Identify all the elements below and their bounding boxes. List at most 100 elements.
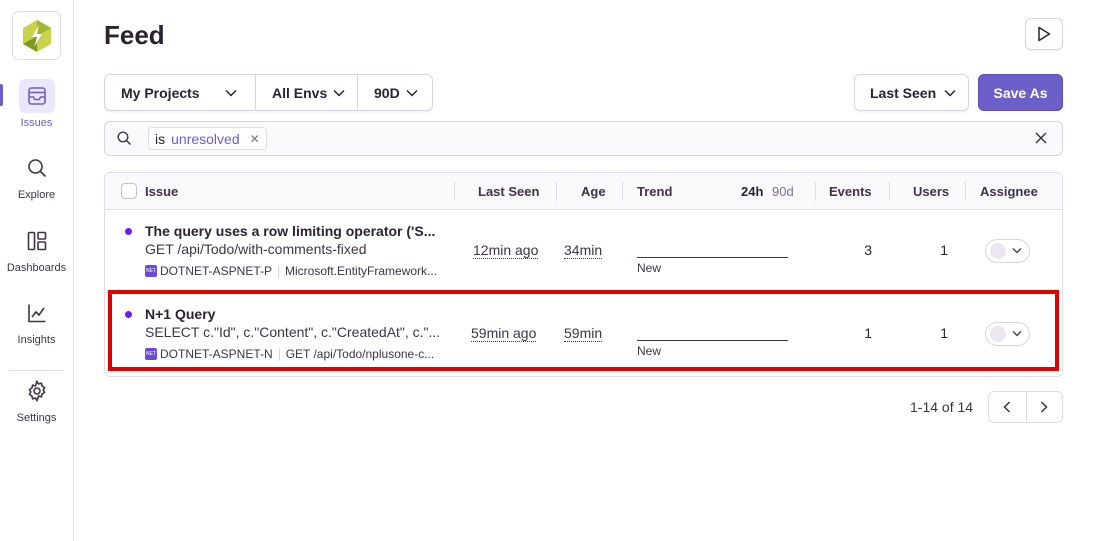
chevron-down-icon — [1012, 331, 1022, 337]
sidebar-item-label: Dashboards — [6, 262, 67, 274]
chart-icon — [19, 296, 55, 330]
environment-filter-label: All Envs — [272, 84, 328, 101]
next-page-button[interactable] — [1025, 392, 1063, 422]
sidebar: Issues Explore Dashboards Insights Setti… — [0, 0, 74, 541]
chevron-down-icon — [944, 89, 956, 97]
trend-24h-toggle[interactable]: 24h — [741, 184, 763, 199]
column-divider — [556, 182, 557, 201]
chevron-down-icon — [406, 89, 418, 97]
sidebar-item-dashboards[interactable]: Dashboards — [0, 224, 73, 286]
issue-title[interactable]: The query uses a row limiting operator (… — [145, 223, 435, 239]
chevron-right-icon — [1041, 401, 1048, 413]
token-key: is — [155, 130, 166, 147]
users-count: 1 — [940, 325, 948, 341]
page-title: Feed — [104, 20, 165, 50]
column-divider — [889, 182, 890, 201]
pagination-controls — [988, 391, 1063, 423]
sidebar-item-label: Issues — [20, 117, 53, 129]
table-header: Issue Last Seen Age Trend 24h 90d Events… — [105, 173, 1062, 210]
age-value: 59min — [564, 325, 603, 342]
sort-label: Last Seen — [870, 84, 937, 101]
date-range-filter[interactable]: 90D — [357, 75, 432, 110]
page-filters: My Projects All Envs 90D — [104, 74, 433, 111]
search-icon — [117, 131, 131, 145]
issue-search-bar[interactable]: is unresolved ✕ — [104, 121, 1063, 156]
project-name[interactable]: DOTNET-ASPNET-N — [160, 347, 273, 361]
chevron-down-icon — [1012, 248, 1022, 254]
unresolved-indicator — [125, 228, 132, 235]
age-value: 34min — [564, 242, 603, 259]
last-seen-value: 59min ago — [471, 325, 537, 342]
column-divider — [815, 182, 816, 201]
search-token[interactable]: is unresolved ✕ — [148, 127, 267, 150]
gear-icon — [19, 374, 55, 408]
issue-meta: NET DOTNET-ASPNET-N GET /api/Todo/npluso… — [145, 347, 434, 361]
trend-sparkline — [637, 257, 788, 258]
header-last-seen[interactable]: Last Seen — [478, 184, 539, 199]
dashboard-icon — [19, 224, 55, 258]
inbox-icon — [18, 79, 55, 113]
sidebar-item-explore[interactable]: Explore — [0, 151, 73, 213]
previous-page-button[interactable] — [989, 392, 1026, 422]
users-count: 1 — [940, 242, 948, 258]
issue-culprit: Microsoft.EntityFramework... — [285, 264, 438, 278]
clear-search-icon[interactable] — [1034, 131, 1048, 145]
issue-subtitle: GET /api/Todo/with-comments-fixed — [145, 241, 367, 257]
trend-label: New — [637, 344, 662, 358]
header-users[interactable]: Users — [913, 184, 949, 199]
header-age[interactable]: Age — [581, 184, 606, 199]
play-button[interactable] — [1025, 18, 1063, 50]
events-count: 1 — [864, 325, 872, 341]
project-filter-label: My Projects — [121, 84, 200, 101]
select-all-checkbox[interactable] — [121, 183, 137, 199]
issue-culprit: GET /api/Todo/nplusone-c... — [285, 347, 435, 361]
header-issue: Issue — [145, 184, 179, 199]
pagination-info: 1-14 of 14 — [910, 399, 974, 415]
issue-title[interactable]: N+1 Query — [145, 306, 215, 322]
sidebar-item-settings[interactable]: Settings — [0, 374, 73, 436]
sidebar-item-issues[interactable]: Issues — [0, 79, 73, 141]
column-divider — [454, 182, 455, 201]
project-filter[interactable]: My Projects — [105, 75, 255, 110]
header-assignee: Assignee — [980, 184, 1038, 199]
table-row[interactable]: N+1 Query SELECT c."Id", c."Content", c.… — [105, 292, 1062, 374]
chevron-left-icon — [1003, 401, 1011, 413]
trend-90d-toggle[interactable]: 90d — [772, 184, 794, 199]
sidebar-item-insights[interactable]: Insights — [0, 296, 73, 358]
sort-dropdown[interactable]: Last Seen — [854, 74, 969, 111]
meta-divider — [278, 347, 280, 361]
trend-label: New — [637, 261, 662, 275]
assignee-selector[interactable] — [985, 322, 1030, 346]
issue-meta: NET DOTNET-ASPNET-P Microsoft.EntityFram… — [145, 264, 437, 278]
last-seen-value: 12min ago — [473, 242, 539, 259]
header-events[interactable]: Events — [829, 184, 872, 199]
sidebar-item-label: Settings — [16, 412, 57, 424]
table-row[interactable]: The query uses a row limiting operator (… — [105, 210, 1062, 292]
issue-subtitle: SELECT c."Id", c."Content", c."CreatedAt… — [145, 324, 441, 340]
trend-sparkline — [637, 340, 788, 341]
token-value: unresolved — [171, 130, 240, 147]
column-divider — [965, 182, 966, 201]
issues-table: Issue Last Seen Age Trend 24h 90d Events… — [104, 172, 1063, 377]
search-icon — [19, 151, 55, 185]
events-count: 3 — [864, 242, 872, 258]
avatar — [990, 243, 1006, 259]
unresolved-indicator — [125, 311, 132, 318]
assignee-selector[interactable] — [985, 239, 1030, 263]
environment-filter[interactable]: All Envs — [255, 75, 357, 110]
play-icon — [1038, 26, 1051, 42]
avatar — [990, 326, 1006, 342]
remove-token-icon[interactable]: ✕ — [250, 132, 260, 146]
sidebar-item-label: Insights — [17, 334, 56, 346]
save-as-button[interactable]: Save As — [978, 74, 1063, 111]
header-trend: Trend — [637, 184, 673, 199]
column-divider — [622, 182, 623, 201]
sidebar-divider — [9, 370, 64, 371]
chevron-down-icon — [225, 89, 237, 97]
sidebar-item-label: Explore — [17, 189, 56, 201]
dotnet-platform-icon: NET — [145, 265, 157, 277]
project-name[interactable]: DOTNET-ASPNET-P — [160, 264, 272, 278]
app-logo[interactable] — [12, 11, 61, 60]
logo-icon — [22, 19, 51, 52]
chevron-down-icon — [333, 89, 345, 97]
